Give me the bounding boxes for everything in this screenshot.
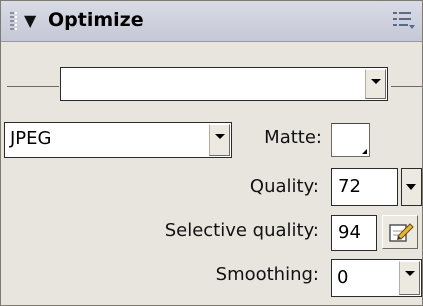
selective-quality-input[interactable]: 94 xyxy=(331,215,377,251)
smoothing-dropdown[interactable]: 0 xyxy=(331,259,422,297)
matte-color-swatch[interactable] xyxy=(331,123,370,157)
panel-title-bar[interactable]: ▼ Optimize xyxy=(1,1,422,42)
dropdown-arrow-icon[interactable] xyxy=(365,69,386,99)
dropdown-arrow-icon[interactable] xyxy=(399,261,420,295)
smoothing-label: Smoothing: xyxy=(215,264,319,285)
optimize-panel: ▼ Optimize JPEG Matte: Quality: 72 Selec… xyxy=(0,0,423,306)
collapse-triangle-icon[interactable]: ▼ xyxy=(24,13,36,29)
drag-grip-icon[interactable] xyxy=(10,12,14,30)
format-dropdown[interactable]: JPEG xyxy=(4,122,232,158)
panel-title: Optimize xyxy=(48,9,144,31)
quality-value: 72 xyxy=(338,176,361,197)
saved-settings-dropdown[interactable] xyxy=(60,67,388,101)
drag-grip-highlight xyxy=(15,12,17,30)
selective-quality-label: Selective quality: xyxy=(164,220,319,241)
separator-right xyxy=(391,86,422,87)
matte-label: Matte: xyxy=(264,127,322,148)
quality-label: Quality: xyxy=(249,176,319,197)
quality-input[interactable]: 72 xyxy=(331,168,398,206)
format-value: JPEG xyxy=(10,128,52,149)
selective-quality-value: 94 xyxy=(338,222,361,243)
edit-selective-quality-button[interactable] xyxy=(382,215,418,249)
edit-pencil-icon xyxy=(389,223,414,242)
separator-left xyxy=(7,86,59,87)
dropdown-arrow-icon[interactable] xyxy=(209,124,230,156)
smoothing-value: 0 xyxy=(337,267,349,288)
quality-slider-button[interactable] xyxy=(401,168,422,206)
options-menu-icon[interactable] xyxy=(393,11,415,31)
